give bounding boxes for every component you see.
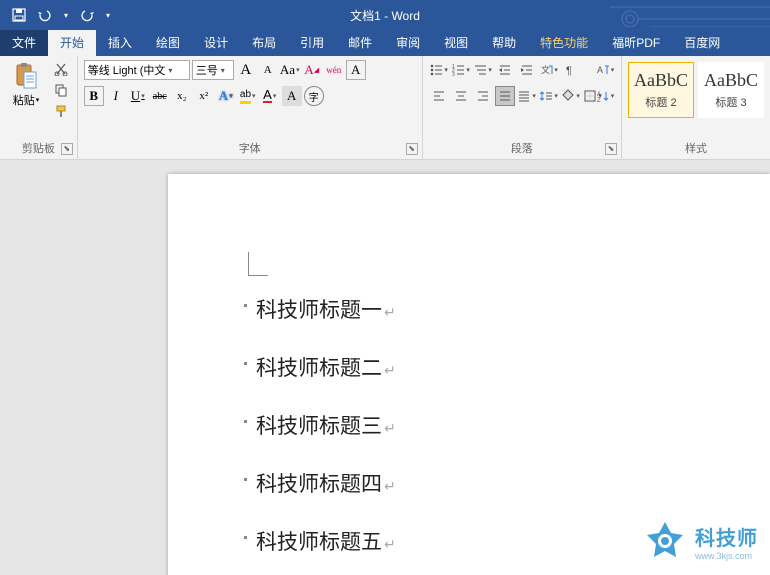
document-area[interactable]: 科技师标题一↵ 科技师标题二↵ 科技师标题三↵ 科技师标题四↵ 科技师标题五↵ — [0, 160, 770, 575]
line-spacing-button[interactable] — [539, 86, 559, 106]
align-left-button[interactable] — [429, 86, 449, 106]
paste-label: 粘贴 — [13, 92, 35, 108]
tab-references[interactable]: 引用 — [288, 30, 336, 56]
cursor-indicator — [248, 252, 268, 276]
paragraph-line[interactable]: 科技师标题二↵ — [256, 352, 396, 382]
align-right-button[interactable] — [473, 86, 493, 106]
phonetic-guide-button[interactable]: wén — [324, 60, 344, 80]
bullets-button[interactable] — [429, 60, 449, 80]
tab-baidu[interactable]: 百度网 — [672, 30, 732, 56]
align-justify-button[interactable] — [495, 86, 515, 106]
paragraph-line[interactable]: 科技师标题一↵ — [256, 294, 396, 324]
shading-button[interactable] — [561, 86, 581, 106]
styles-group-label: 样式 — [622, 140, 770, 159]
title-bar: ▾ ▾ 文档1 - Word — [0, 0, 770, 30]
tab-review[interactable]: 审阅 — [384, 30, 432, 56]
paragraph-group-label: 段落 — [423, 140, 621, 159]
font-launcher[interactable]: ⬊ — [406, 143, 418, 155]
char-border-button[interactable]: A — [346, 60, 366, 80]
bold-button[interactable]: B — [84, 86, 104, 106]
qat-customize-icon[interactable]: ▾ — [104, 6, 112, 24]
numbering-button[interactable]: 123 — [451, 60, 471, 80]
increase-indent-button[interactable] — [517, 60, 537, 80]
svg-text:文: 文 — [541, 64, 550, 75]
format-painter-icon[interactable] — [52, 102, 70, 120]
clipboard-launcher[interactable]: ⬊ — [61, 143, 73, 155]
align-center-button[interactable] — [451, 86, 471, 106]
tab-insert[interactable]: 插入 — [96, 30, 144, 56]
underline-button[interactable]: U — [128, 86, 148, 106]
tab-home[interactable]: 开始 — [48, 30, 96, 56]
tab-help[interactable]: 帮助 — [480, 30, 528, 56]
save-icon[interactable] — [10, 6, 28, 24]
text-effect-button[interactable]: A — [216, 86, 236, 106]
font-group-label: 字体 — [78, 140, 422, 159]
highlight-button[interactable]: ab — [238, 86, 258, 106]
cut-icon[interactable] — [52, 60, 70, 78]
superscript-button[interactable]: x² — [194, 86, 214, 106]
subscript-button[interactable]: x₂ — [172, 86, 192, 106]
window-title: 文档1 - Word — [350, 7, 420, 24]
clear-format-button[interactable]: A◢ — [302, 60, 322, 80]
grow-font-button[interactable]: A — [236, 60, 256, 80]
font-name-combo[interactable]: 等线 Light (中文▾ — [84, 60, 190, 80]
shrink-font-button[interactable]: A — [258, 60, 278, 80]
tab-file[interactable]: 文件 — [0, 30, 48, 56]
enclosed-char-button[interactable]: 字 — [304, 86, 324, 106]
decor-lines — [600, 3, 770, 27]
multilevel-button[interactable] — [473, 60, 493, 80]
align-distributed-button[interactable] — [517, 86, 537, 106]
paragraph-line[interactable]: 科技师标题三↵ — [256, 410, 396, 440]
paragraph-line[interactable]: 科技师标题四↵ — [256, 468, 396, 498]
italic-button[interactable]: I — [106, 86, 126, 106]
text-direction-button[interactable]: 文 — [539, 60, 559, 80]
undo-icon[interactable] — [36, 6, 54, 24]
undo-dropdown-icon[interactable]: ▾ — [62, 6, 70, 24]
paste-button[interactable]: 粘贴▾ — [6, 60, 46, 108]
tab-special[interactable]: 特色功能 — [528, 30, 600, 56]
tab-design[interactable]: 设计 — [192, 30, 240, 56]
redo-icon[interactable] — [78, 6, 96, 24]
style-heading2[interactable]: AaBbC 标题 2 — [628, 62, 694, 118]
sort-button[interactable]: AZ — [595, 86, 615, 106]
change-case-button[interactable]: Aa — [280, 60, 300, 80]
page[interactable]: 科技师标题一↵ 科技师标题二↵ 科技师标题三↵ 科技师标题四↵ 科技师标题五↵ — [168, 174, 770, 575]
copy-icon[interactable] — [52, 81, 70, 99]
show-marks-button[interactable]: ¶ — [561, 60, 581, 80]
paragraph-launcher[interactable]: ⬊ — [605, 143, 617, 155]
tab-foxit[interactable]: 福昕PDF — [600, 30, 672, 56]
font-size-combo[interactable]: 三号▾ — [192, 60, 234, 80]
group-styles: AaBbC 标题 2 AaBbC 标题 3 样式 — [622, 56, 770, 159]
asian-layout-button[interactable]: A — [595, 60, 615, 80]
font-color-button[interactable]: A — [260, 86, 280, 106]
tab-view[interactable]: 视图 — [432, 30, 480, 56]
strike-button[interactable]: abc — [150, 86, 170, 106]
svg-text:3: 3 — [452, 72, 455, 77]
ribbon: 粘贴▾ 剪贴板 ⬊ 等线 Light (中文▾ 三号▾ A A Aa A◢ wé… — [0, 56, 770, 160]
tab-mail[interactable]: 邮件 — [336, 30, 384, 56]
svg-text:¶: ¶ — [566, 65, 572, 77]
group-clipboard: 粘贴▾ 剪贴板 ⬊ — [0, 56, 78, 159]
svg-text:Z: Z — [597, 98, 601, 103]
decrease-indent-button[interactable] — [495, 60, 515, 80]
char-shading-button[interactable]: A — [282, 86, 302, 106]
quick-access-toolbar: ▾ ▾ — [0, 6, 112, 24]
paragraph-line[interactable]: 科技师标题五↵ — [256, 526, 396, 556]
style-heading3[interactable]: AaBbC 标题 3 — [698, 62, 764, 118]
ribbon-tabs: 文件 开始 插入 绘图 设计 布局 引用 邮件 审阅 视图 帮助 特色功能 福昕… — [0, 30, 770, 56]
svg-text:A: A — [597, 65, 603, 75]
paste-icon — [12, 62, 40, 90]
group-font: 等线 Light (中文▾ 三号▾ A A Aa A◢ wén A B I U … — [78, 56, 423, 159]
tab-layout[interactable]: 布局 — [240, 30, 288, 56]
tab-draw[interactable]: 绘图 — [144, 30, 192, 56]
group-paragraph: 123 文 ¶ A AZ 段落 ⬊ — [423, 56, 622, 159]
